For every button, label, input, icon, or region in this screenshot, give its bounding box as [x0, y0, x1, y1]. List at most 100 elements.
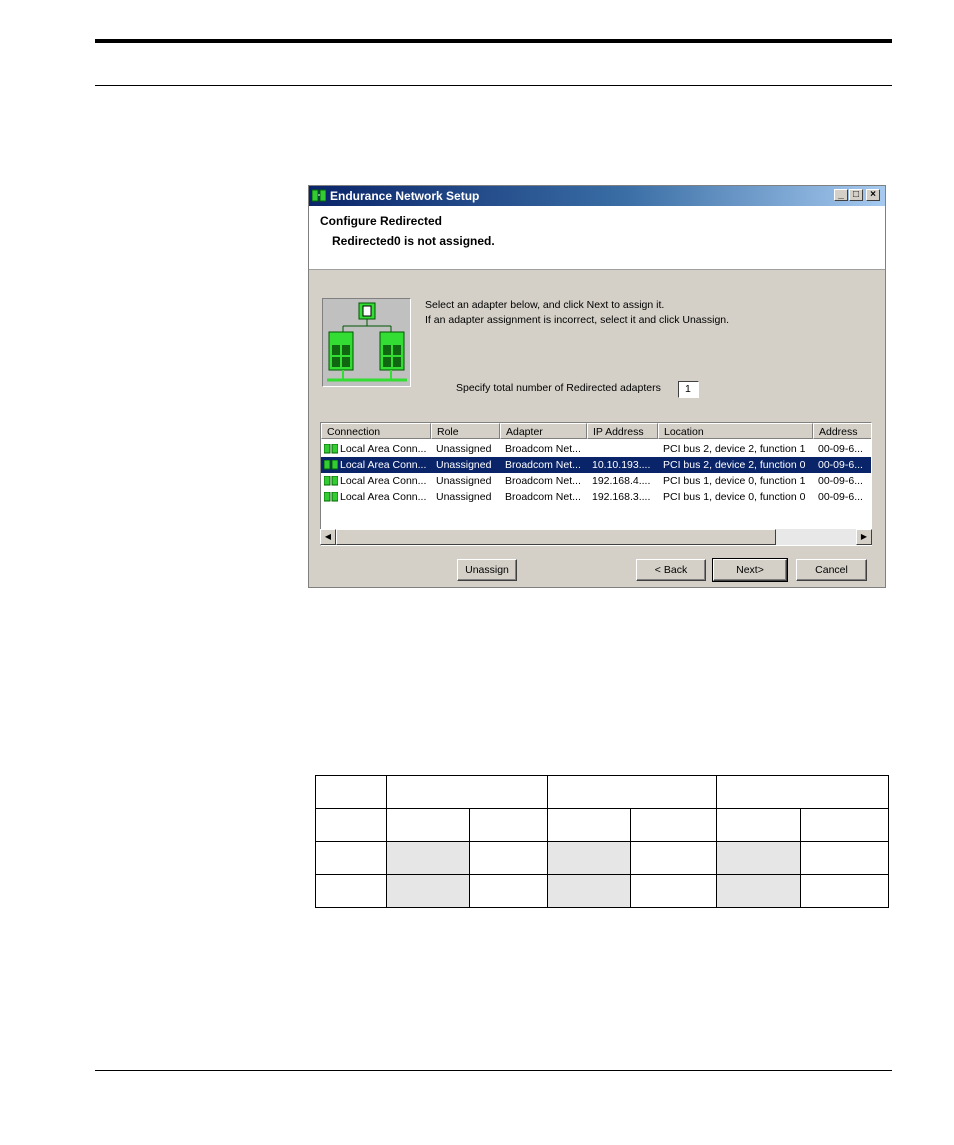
cell-address: 00-09-6... [818, 443, 863, 455]
cell-adapter: Broadcom Net... [505, 459, 581, 471]
table-cell [315, 808, 387, 842]
table-cell-shaded [547, 841, 631, 875]
table-cell [386, 808, 470, 842]
top-thin-rule [95, 85, 892, 86]
illustration-graphic [327, 302, 407, 382]
cell-location: PCI bus 2, device 2, function 0 [663, 459, 806, 471]
table-cell [716, 808, 801, 842]
list-item[interactable]: Local Area Conn... Unassigned Broadcom N… [321, 441, 871, 457]
title-bar[interactable]: Endurance Network Setup _ □ × [309, 186, 885, 206]
list-item-selected[interactable]: Local Area Conn... Unassigned Broadcom N… [321, 457, 871, 473]
table-cell [469, 841, 548, 875]
table-row [315, 874, 889, 908]
endurance-network-setup-dialog: Endurance Network Setup _ □ × Configure … [308, 185, 886, 588]
cell-role: Unassigned [436, 475, 492, 487]
column-header-adapter[interactable]: Adapter [500, 423, 587, 439]
scroll-right-button[interactable]: ▶ [856, 529, 872, 545]
network-adapter-icon [324, 476, 338, 486]
unassign-button[interactable]: Unassign [457, 559, 517, 581]
column-header-role[interactable]: Role [431, 423, 500, 439]
cell-address: 00-09-6... [818, 459, 863, 471]
table-cell [315, 874, 387, 908]
column-header-connection[interactable]: Connection [321, 423, 431, 439]
list-item[interactable]: Local Area Conn... Unassigned Broadcom N… [321, 473, 871, 489]
cell-ip: 10.10.193.... [592, 459, 651, 471]
instruction-line-2: If an adapter assignment is incorrect, s… [425, 314, 730, 326]
back-button[interactable]: < Back [636, 559, 706, 581]
table-cell [800, 808, 889, 842]
page-subtitle: Redirected0 is not assigned. [332, 234, 495, 248]
minimize-icon: _ [838, 189, 844, 200]
list-item[interactable]: Local Area Conn... Unassigned Broadcom N… [321, 489, 871, 505]
instruction-line-1: Select an adapter below, and click Next … [425, 299, 665, 311]
network-topology-icon [322, 298, 411, 387]
cell-ip: 192.168.4.... [592, 475, 651, 487]
close-icon: × [870, 189, 876, 200]
table-cell [716, 775, 889, 809]
adapter-count-input[interactable]: 1 [678, 381, 699, 398]
table-cell [800, 874, 889, 908]
cancel-button[interactable]: Cancel [796, 559, 867, 581]
cell-role: Unassigned [436, 443, 492, 455]
table-cell-shaded [716, 874, 801, 908]
table-cell-shaded [716, 841, 801, 875]
cell-location: PCI bus 2, device 2, function 1 [663, 443, 806, 455]
cell-adapter: Broadcom Net... [505, 475, 581, 487]
column-header-ip-address[interactable]: IP Address [587, 423, 658, 439]
table-cell [469, 874, 548, 908]
cell-ip: 192.168.3.... [592, 491, 651, 503]
window-title: Endurance Network Setup [330, 189, 480, 203]
minimize-button[interactable]: _ [834, 189, 848, 201]
cell-address: 00-09-6... [818, 475, 863, 487]
empty-table [315, 775, 889, 908]
cell-address: 00-09-6... [818, 491, 863, 503]
table-row [315, 841, 889, 875]
table-cell [547, 775, 717, 809]
table-cell-shaded [386, 841, 470, 875]
arrow-right-icon: ▶ [860, 532, 868, 541]
horizontal-scrollbar[interactable]: ◀ ▶ [320, 529, 872, 545]
column-header-location[interactable]: Location [658, 423, 813, 439]
table-cell [469, 808, 548, 842]
cell-connection: Local Area Conn... [340, 491, 427, 503]
network-adapter-icon [324, 444, 338, 454]
cell-role: Unassigned [436, 459, 492, 471]
close-button[interactable]: × [866, 189, 880, 201]
adapter-count-label: Specify total number of Redirected adapt… [456, 382, 661, 394]
wizard-header: Configure Redirected Redirected0 is not … [309, 206, 885, 270]
page-title: Configure Redirected [320, 214, 443, 228]
cell-connection: Local Area Conn... [340, 475, 427, 487]
table-cell [630, 808, 717, 842]
scroll-left-button[interactable]: ◀ [320, 529, 336, 545]
column-header-address[interactable]: Address [813, 423, 871, 439]
cell-connection: Local Area Conn... [340, 443, 427, 455]
maximize-button[interactable]: □ [849, 189, 863, 201]
table-row [315, 808, 889, 842]
table-cell [630, 874, 717, 908]
arrow-left-icon: ◀ [324, 532, 332, 541]
cell-adapter: Broadcom Net... [505, 491, 581, 503]
cell-adapter: Broadcom Net... [505, 443, 581, 455]
network-icon [312, 189, 326, 202]
table-cell [547, 808, 631, 842]
scroll-thumb[interactable] [336, 529, 776, 545]
table-cell-shaded [547, 874, 631, 908]
table-row [315, 775, 889, 809]
top-thick-rule [95, 39, 892, 43]
footer-rule [95, 1070, 892, 1071]
cell-location: PCI bus 1, device 0, function 1 [663, 475, 806, 487]
list-header: Connection Role Adapter IP Address Locat… [321, 423, 871, 439]
cell-location: PCI bus 1, device 0, function 0 [663, 491, 806, 503]
cell-role: Unassigned [436, 491, 492, 503]
table-cell [315, 775, 387, 809]
maximize-icon: □ [852, 189, 860, 200]
network-adapter-icon [324, 492, 338, 502]
cell-connection: Local Area Conn... [340, 459, 427, 471]
table-cell [386, 775, 548, 809]
next-button[interactable]: Next> [712, 558, 788, 582]
table-cell [315, 841, 387, 875]
table-cell [800, 841, 889, 875]
adapter-list[interactable]: Connection Role Adapter IP Address Locat… [320, 422, 872, 546]
table-cell [630, 841, 717, 875]
network-adapter-icon [324, 460, 338, 470]
